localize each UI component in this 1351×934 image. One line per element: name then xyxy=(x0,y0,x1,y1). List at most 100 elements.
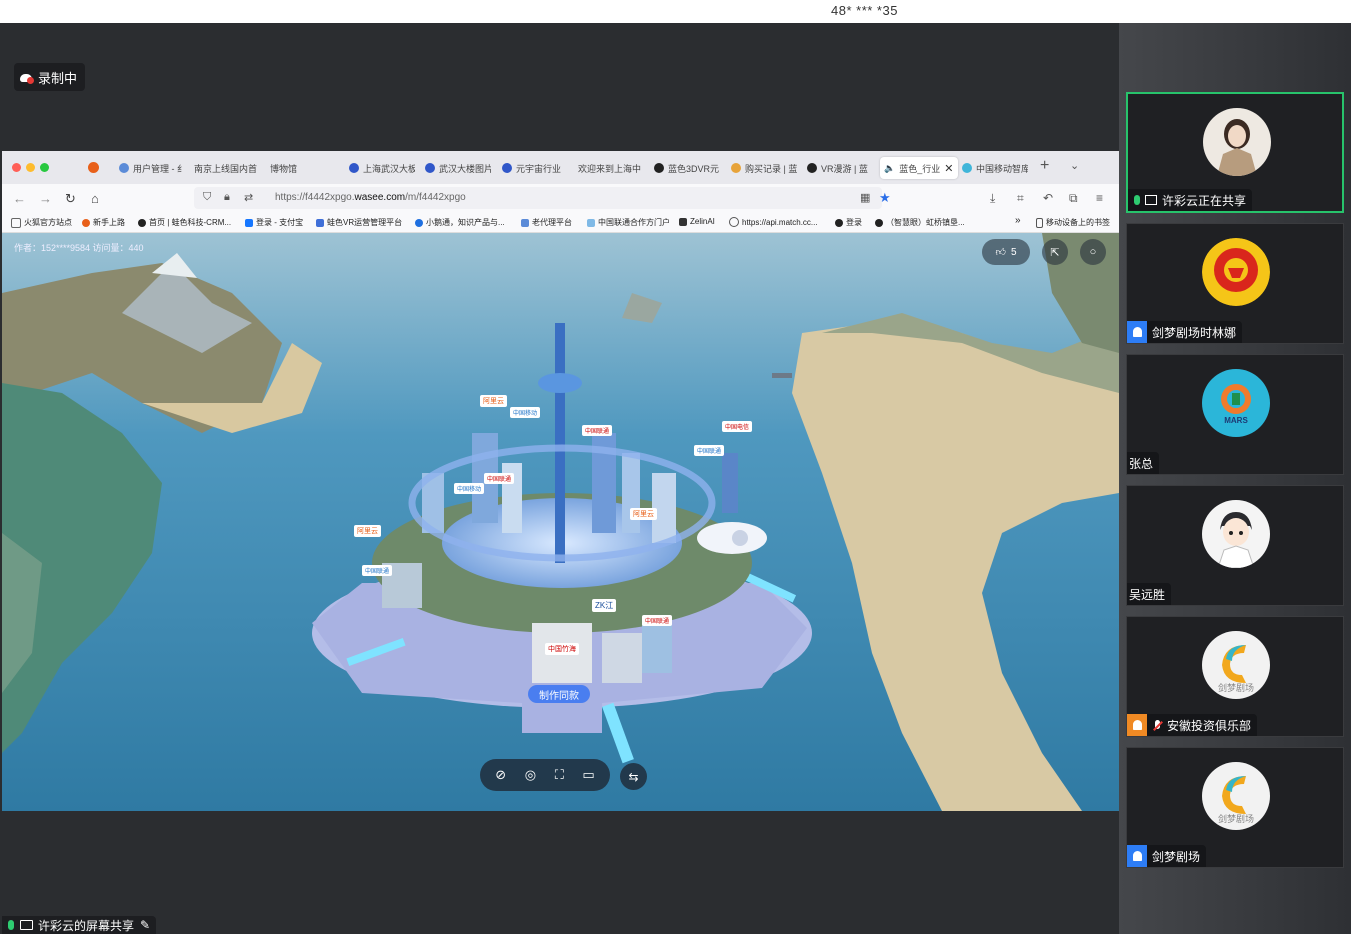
home-icon[interactable]: ⌂ xyxy=(91,191,99,206)
participant-panel: 许彩云正在共享 剑梦剧场时林娜 MARS 张总 吴远胜 剑梦剧场 安徽投资俱乐部… xyxy=(1119,23,1351,934)
participant-tile[interactable]: MARS 张总 xyxy=(1126,354,1344,475)
sign: 中国移动 xyxy=(510,407,541,418)
bookmark-item[interactable]: 老代理平台 xyxy=(521,217,572,228)
participant-tile[interactable]: 剑梦剧场 剑梦剧场 xyxy=(1126,747,1344,868)
extensions-icon[interactable]: ⧉ xyxy=(1069,191,1078,206)
tab-7[interactable]: 蓝色3DVR元 xyxy=(654,157,720,179)
screen-cast-icon[interactable]: ▭ xyxy=(582,767,594,783)
avatar-text: 剑梦剧场 xyxy=(1217,683,1254,693)
bookmark-star-icon[interactable]: ★ xyxy=(879,190,891,206)
maximize-window-icon[interactable] xyxy=(40,163,49,172)
tab-8[interactable]: 购买记录 | 蓝 xyxy=(731,157,797,179)
bookmark-item[interactable]: 登录 xyxy=(835,217,862,228)
menu-icon[interactable]: ≡ xyxy=(1096,191,1103,205)
sign: ZK江 xyxy=(592,599,617,612)
address-bar[interactable]: ⛉ 🔒︎ ⇄ https://f4442xpgo.wasee.com/m/f44… xyxy=(194,187,882,209)
participant-tile[interactable]: 许彩云正在共享 xyxy=(1126,92,1344,213)
avatar-text: 剑梦剧场 xyxy=(1217,814,1254,824)
tab-9[interactable]: VR漫游 | 蓝 xyxy=(807,157,873,179)
tab-6[interactable]: 欢迎来到上海中 xyxy=(578,157,644,179)
tab-3[interactable]: 上海武汉大板 xyxy=(349,157,415,179)
bookmark-item[interactable]: 中国联通合作方门户 xyxy=(587,217,670,228)
fullscreen-icon[interactable]: ⛶ xyxy=(555,767,564,783)
reload-icon[interactable]: ↻ xyxy=(65,191,76,207)
tab-10-active[interactable]: 🔈 蓝色_行业 ✕ xyxy=(880,157,958,179)
tab-1[interactable]: 南京上线国内首 xyxy=(194,157,260,179)
tab-2[interactable]: 博物馆 xyxy=(270,157,310,179)
wasee-icon xyxy=(807,163,817,173)
url-text: https://f4442xpgo.wasee.com/m/f4442xpgo xyxy=(275,192,466,203)
participant-label: 剑梦剧场 xyxy=(1127,845,1207,867)
tab-favicon-icon xyxy=(119,163,129,173)
bookmark-item[interactable]: 移动设备上的书签 xyxy=(1036,217,1110,228)
shared-browser-window: 用户管理 - 纟 南京上线国内首 博物馆 上海武汉大板 武汉大楼图片 元宇宙行业… xyxy=(2,151,1119,811)
qr-code-icon[interactable]: ▦ xyxy=(860,191,870,204)
close-tab-icon[interactable]: ✕ xyxy=(944,162,953,175)
share-button[interactable]: ⇱ xyxy=(1042,239,1068,265)
bookmark-favicon-icon xyxy=(316,218,324,227)
participant-tile[interactable]: 剑梦剧场 安徽投资俱乐部 xyxy=(1126,616,1344,737)
firefox-icon xyxy=(82,218,90,227)
alipay-icon xyxy=(245,218,253,227)
scene-illustration xyxy=(2,233,1119,811)
sign: 中国电信 xyxy=(722,421,753,432)
tab-11[interactable]: 中国移动智库 xyxy=(962,157,1028,179)
bookmark-item[interactable]: 新手上路 xyxy=(82,217,125,228)
participant-label: 许彩云正在共享 xyxy=(1128,189,1253,211)
tab-5[interactable]: 元宇宙行业 xyxy=(502,157,568,179)
make-same-button[interactable]: 制作同款 xyxy=(528,685,590,703)
undo-icon[interactable]: ↶ xyxy=(1043,191,1053,205)
bookmark-favicon-icon xyxy=(521,218,529,227)
minimize-window-icon[interactable] xyxy=(26,163,35,172)
circle-icon: ○ xyxy=(1089,246,1097,258)
firefox-icon xyxy=(88,162,99,173)
bookmark-item[interactable]: 蛙色VR运营管理平台 xyxy=(316,217,402,228)
new-tab-icon[interactable]: + xyxy=(1040,157,1049,175)
forward-icon[interactable]: → xyxy=(39,191,52,206)
bookmark-item[interactable]: 登录 - 支付宝 xyxy=(245,217,303,228)
participant-tile[interactable]: 吴远胜 xyxy=(1126,485,1344,606)
swap-icon: ⇆ xyxy=(628,769,639,784)
sign: 阿里云 xyxy=(354,525,381,537)
paw-icon xyxy=(425,163,435,173)
bookmark-item[interactable]: 首页 | 蛙色科技-CRM... xyxy=(138,217,231,228)
switch-view-button[interactable]: ⇆ xyxy=(620,763,647,790)
tab-4[interactable]: 武汉大楼图片 xyxy=(425,157,491,179)
user-icon xyxy=(1127,845,1147,867)
bookmark-item[interactable]: https://api.match.cc... xyxy=(729,217,818,227)
recording-label: 录制中 xyxy=(38,70,78,86)
sign: 中国移动 xyxy=(454,483,485,494)
avatar: MARS xyxy=(1202,369,1270,437)
bookmark-favicon-icon xyxy=(587,218,595,227)
microphone-icon xyxy=(8,920,14,930)
avatar: 剑梦剧场 xyxy=(1202,762,1270,830)
sign: 中国联通 xyxy=(362,565,393,576)
chevron-down-icon[interactable]: ⌄ xyxy=(1070,159,1079,172)
paw-icon xyxy=(349,163,359,173)
close-window-icon[interactable] xyxy=(12,163,21,172)
bookmark-item[interactable]: ZelinAI xyxy=(679,217,715,226)
participant-label: 安徽投资俱乐部 xyxy=(1127,714,1258,736)
recording-badge[interactable]: 录制中 xyxy=(14,63,86,91)
vr-scene[interactable]: 阿里云 中国移动 中国联通 中国电信 阿里云 中国联通 中国联通 中国移动 阿里… xyxy=(2,233,1119,811)
more-bookmarks-icon[interactable]: » xyxy=(1015,215,1021,226)
gyroscope-off-icon[interactable]: ⊘ xyxy=(495,767,506,783)
auto-rotate-icon[interactable]: ◎ xyxy=(525,767,536,783)
like-button[interactable]: 👍︎ 5 xyxy=(982,239,1030,265)
tab-0[interactable]: 用户管理 - 纟 xyxy=(119,157,191,179)
bookmark-item[interactable]: （智慧眼）虹桥镇垦... xyxy=(875,217,965,228)
bookmark-item[interactable]: 火狐官方站点 xyxy=(11,217,72,228)
speaker-icon: 🔈 xyxy=(884,162,896,173)
info-button[interactable]: ○ xyxy=(1080,239,1106,265)
bookmark-item[interactable]: 小鹅通，知识产品与... xyxy=(415,217,505,228)
participant-tile[interactable]: 剑梦剧场时林娜 xyxy=(1126,223,1344,344)
crop-icon[interactable]: ⌗ xyxy=(1017,191,1024,206)
share-icon: ⇱ xyxy=(1050,246,1060,259)
download-icon[interactable]: ⤓ xyxy=(990,191,995,206)
wasee-icon xyxy=(835,218,843,227)
user-icon xyxy=(1127,714,1147,736)
back-icon[interactable]: ← xyxy=(13,191,26,206)
folder-icon xyxy=(11,217,21,228)
pencil-icon[interactable]: ✎ xyxy=(140,918,150,932)
sign: 阿里云 xyxy=(630,508,657,520)
